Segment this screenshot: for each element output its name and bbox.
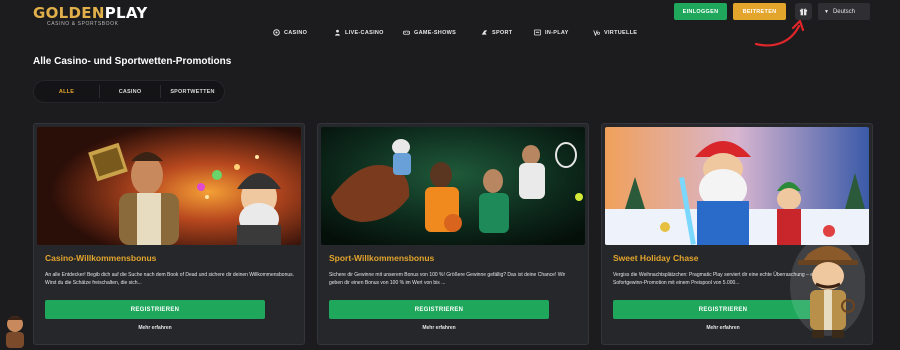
register-button[interactable]: REGISTRIEREN <box>45 300 265 319</box>
live-person-icon <box>335 29 340 36</box>
card-description: An alle Entdecker! Begib dich auf die Su… <box>45 272 295 286</box>
logo-subtitle: CASINO & SPORTSBOOK <box>47 21 119 27</box>
logo-wordmark: GOLDENPLAY <box>33 4 147 22</box>
card-description: Sichere dir Gewinne mit unserem Bonus vo… <box>329 272 566 286</box>
card-title: Sport-Willkommensbonus <box>329 253 435 263</box>
promotion-filter-tabs: ALLE CASINO SPORTWETTEN <box>33 80 225 103</box>
nav-label: IN-PLAY <box>545 29 569 36</box>
header: GOLDENPLAY CASINO & SPORTSBOOK EINLOGGEN… <box>0 0 900 50</box>
learn-more-link[interactable]: Mehr erfahren <box>45 325 265 331</box>
logo[interactable]: GOLDENPLAY CASINO & SPORTSBOOK <box>33 4 153 27</box>
register-button[interactable]: REGISTRIEREN <box>329 300 549 319</box>
login-button[interactable]: EINLOGGEN <box>674 3 727 20</box>
language-value: Deutsch <box>832 8 855 15</box>
casino-chip-icon <box>273 29 280 36</box>
main-nav: CASINO LIVE-CASINO GAME-SHOWS SPORT IN-P… <box>0 29 900 41</box>
nav-item-game-shows[interactable]: GAME-SHOWS <box>403 29 456 36</box>
nav-item-sport[interactable]: SPORT <box>481 29 512 36</box>
sport-icon <box>481 30 488 35</box>
caret-down-icon: ▼ <box>824 8 829 15</box>
nav-item-virtuelle[interactable]: VIRTUELLE <box>593 29 637 36</box>
nav-item-in-play[interactable]: IN-PLAY <box>534 29 569 36</box>
virtual-icon <box>593 30 600 36</box>
learn-more-link[interactable]: Mehr erfahren <box>329 325 549 331</box>
language-select[interactable]: ▼ Deutsch <box>818 3 870 20</box>
nav-label: GAME-SHOWS <box>414 29 457 36</box>
card-title: Casino-Willkommensbonus <box>45 253 157 263</box>
logo-text-gold: GOLDEN <box>33 4 105 22</box>
detective-mascot <box>790 236 865 338</box>
nav-label: CASINO <box>284 29 308 36</box>
in-play-icon <box>534 29 541 36</box>
promo-card-casino: Casino-Willkommensbonus An alle Entdecke… <box>33 123 305 345</box>
nav-item-live-casino[interactable]: LIVE-CASINO <box>334 29 384 36</box>
card-title: Sweet Holiday Chase <box>613 253 699 263</box>
character-avatar[interactable] <box>2 314 28 348</box>
logo-text-white: PLAY <box>104 4 148 22</box>
tab-alle[interactable]: ALLE <box>34 81 99 102</box>
promo-image-book-of-dead[interactable] <box>37 127 301 245</box>
gamepad-icon <box>403 30 410 35</box>
nav-label: VIRTUELLE <box>604 29 638 36</box>
promo-card-sport: Sport-Willkommensbonus Sichere dir Gewin… <box>317 123 589 345</box>
nav-label: LIVE-CASINO <box>345 29 384 36</box>
page-title: Alle Casino- und Sportwetten-Promotions <box>33 56 232 67</box>
nav-item-casino[interactable]: CASINO <box>273 29 307 36</box>
tab-sportwetten[interactable]: SPORTWETTEN <box>161 81 224 102</box>
nav-label: SPORT <box>492 29 513 36</box>
tab-casino[interactable]: CASINO <box>100 81 160 102</box>
promo-image-sweet-holiday[interactable] <box>605 127 869 245</box>
promo-image-sports[interactable] <box>321 127 585 245</box>
